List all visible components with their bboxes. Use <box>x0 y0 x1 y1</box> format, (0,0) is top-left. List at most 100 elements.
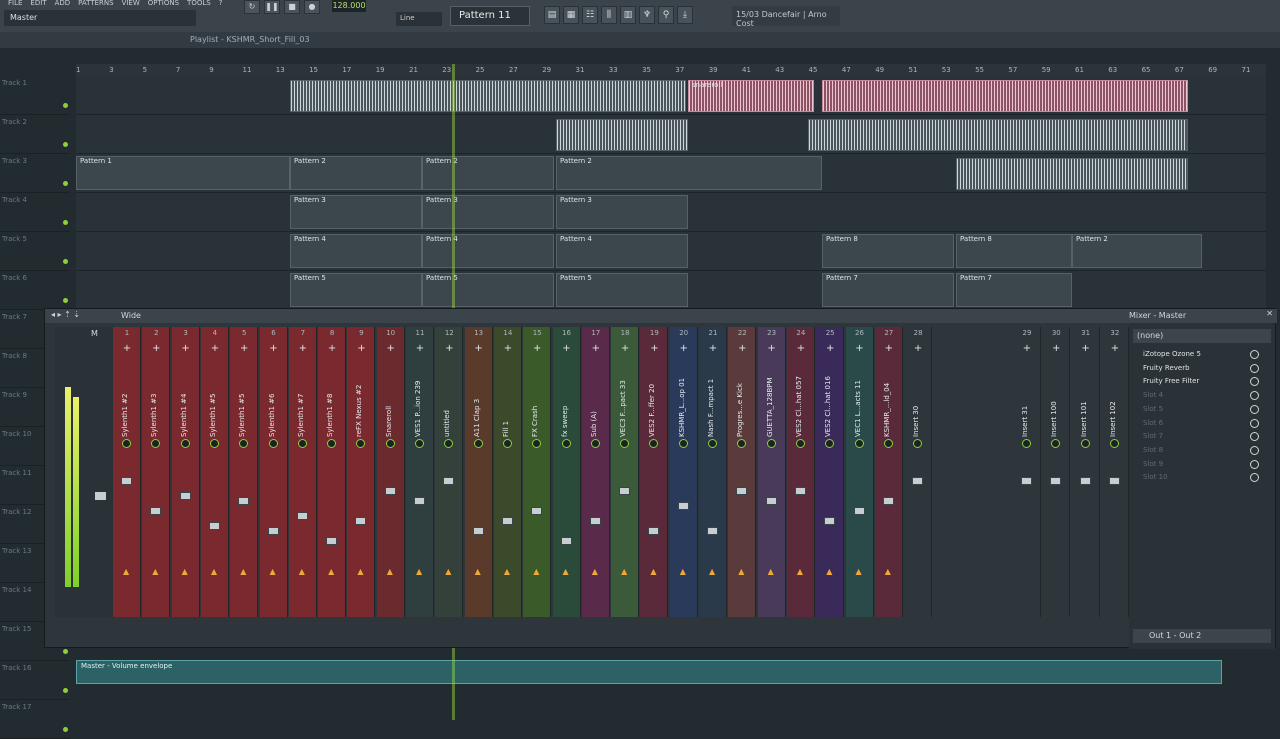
track-mute-led[interactable] <box>63 688 68 693</box>
power-icon[interactable] <box>1250 473 1259 483</box>
pattern-selector[interactable]: Pattern 11 <box>450 6 530 26</box>
clip-pattern-8b[interactable]: Pattern 8 <box>956 234 1072 268</box>
route-plus-icon[interactable]: + <box>201 343 229 354</box>
clip-pattern-5b[interactable]: Pattern 5 <box>422 273 554 307</box>
volume-envelope-clip[interactable]: Master - Volume envelope <box>76 660 1222 684</box>
volume-fader[interactable] <box>794 487 806 495</box>
mixer-strip[interactable]: 23 + GUETTA_128BPM ▲ <box>757 327 786 617</box>
track-mute-led[interactable] <box>63 142 68 147</box>
clip-pattern-3[interactable]: Pattern 3 <box>290 195 422 229</box>
volume-fader[interactable] <box>736 487 748 495</box>
volume-fader[interactable] <box>619 487 631 495</box>
volume-fader[interactable] <box>707 527 718 535</box>
route-plus-icon[interactable]: + <box>523 343 551 354</box>
mixer-strip[interactable]: 22 + Progres...e Kick ▲ <box>728 327 757 617</box>
send-arrow-icon[interactable]: ▲ <box>152 567 160 576</box>
route-plus-icon[interactable]: + <box>787 343 815 354</box>
pan-knob[interactable] <box>620 439 630 448</box>
power-icon[interactable] <box>1250 404 1259 414</box>
send-arrow-icon[interactable]: ▲ <box>240 567 248 576</box>
pan-knob[interactable] <box>825 439 835 448</box>
lane-track-6[interactable]: Pattern 5 Pattern 5 Pattern 5 Pattern 7 … <box>76 271 1266 310</box>
route-plus-icon[interactable]: + <box>640 343 668 354</box>
power-icon[interactable] <box>1250 459 1259 469</box>
track-mute-led[interactable] <box>63 649 68 654</box>
master-fader[interactable] <box>95 492 106 500</box>
pan-knob[interactable] <box>649 439 659 448</box>
route-plus-icon[interactable]: + <box>699 343 727 354</box>
pan-knob[interactable] <box>854 439 864 448</box>
pan-knob[interactable] <box>151 439 161 448</box>
mixer-strip[interactable]: 8 + Sylenth1 #8 ▲ <box>318 327 347 617</box>
power-icon[interactable] <box>1250 363 1259 373</box>
volume-fader[interactable] <box>824 517 836 525</box>
send-arrow-icon[interactable]: ▲ <box>357 567 365 576</box>
mixer-strip[interactable]: 21 + Nash F...mpact 1 ▲ <box>699 327 727 617</box>
pan-knob[interactable] <box>708 439 717 448</box>
clip-pattern-2b[interactable]: Pattern 2 <box>422 156 554 190</box>
route-plus-icon[interactable]: + <box>670 343 698 354</box>
mixer-strip[interactable]: 10 + Snareroll ▲ <box>376 327 405 617</box>
pan-knob[interactable] <box>502 439 512 448</box>
send-arrow-icon[interactable]: ▲ <box>650 567 658 576</box>
clip-sweep[interactable] <box>956 158 1188 190</box>
menu-item[interactable]: ADD <box>55 0 71 7</box>
route-plus-icon[interactable]: + <box>1072 343 1100 354</box>
route-plus-icon[interactable]: + <box>494 343 522 354</box>
mixer-strip[interactable]: 28 + Insert 30 <box>904 327 933 617</box>
route-plus-icon[interactable]: + <box>904 343 932 354</box>
timeline-ruler[interactable]: 1 3 5 7 9 11 13 15 17 19 21 23 25 27 29 31 33 35 37 39 41 43 4… <box>76 64 1266 76</box>
mixer-strip[interactable]: 26 + VEC1 L...acts 11 ▲ <box>845 327 874 617</box>
plugin-icon[interactable]: ♆ <box>639 6 655 24</box>
effect-slot[interactable]: Slot 9 <box>1133 459 1271 471</box>
volume-fader[interactable] <box>501 517 513 525</box>
power-icon[interactable] <box>1250 418 1259 428</box>
lane-track-4[interactable]: Pattern 3 Pattern 3 Pattern 3 <box>76 193 1266 232</box>
send-arrow-icon[interactable]: ▲ <box>270 567 278 576</box>
pan-knob[interactable] <box>737 439 747 448</box>
effect-slot[interactable]: Fruity Free Filter <box>1133 376 1271 388</box>
mixer-strip[interactable]: 18 + VEC3 F...pact 33 ▲ <box>611 327 640 617</box>
send-arrow-icon[interactable]: ▲ <box>797 567 805 576</box>
volume-fader[interactable] <box>589 517 601 525</box>
menu-item[interactable]: ? <box>219 0 223 7</box>
pan-knob[interactable] <box>268 439 278 448</box>
route-plus-icon[interactable]: + <box>1101 343 1129 354</box>
channel-rack-icon[interactable]: ☷ <box>582 6 598 24</box>
pan-knob[interactable] <box>1051 439 1061 448</box>
effect-slot[interactable]: Fruity Reverb <box>1133 363 1271 375</box>
send-arrow-icon[interactable]: ▲ <box>475 567 483 576</box>
volume-fader[interactable] <box>853 507 865 515</box>
pause-icon[interactable]: ❚❚ <box>264 0 280 14</box>
record-icon[interactable]: ● <box>304 0 320 14</box>
track-header[interactable]: Track 5 <box>0 232 70 271</box>
pan-knob[interactable] <box>356 439 366 448</box>
pan-knob[interactable] <box>209 439 219 448</box>
menu-item[interactable]: EDIT <box>30 0 46 7</box>
menu-item[interactable]: PATTERNS <box>78 0 113 7</box>
route-plus-icon[interactable]: + <box>377 343 405 354</box>
mixer-strip[interactable]: 14 + Fill 1 ▲ <box>493 327 522 617</box>
send-arrow-icon[interactable]: ▲ <box>123 567 131 576</box>
route-plus-icon[interactable]: + <box>113 343 141 354</box>
clip-pattern-4c[interactable]: Pattern 4 <box>556 234 688 268</box>
mixer-strip[interactable]: 6 + Sylenth1 #6 ▲ <box>259 327 288 617</box>
effect-slot[interactable]: iZotope Ozone 5 <box>1133 349 1271 361</box>
send-arrow-icon[interactable]: ▲ <box>709 567 717 576</box>
volume-fader[interactable] <box>150 507 162 515</box>
pan-knob[interactable] <box>766 439 776 448</box>
lane-track-5[interactable]: Pattern 4 Pattern 4 Pattern 4 Pattern 8 … <box>76 232 1266 271</box>
pan-knob[interactable] <box>883 439 893 448</box>
track-header[interactable]: Track 1 <box>0 76 70 115</box>
clip-pattern-2[interactable]: Pattern 2 <box>290 156 422 190</box>
clip-pattern-1[interactable]: Pattern 1 <box>76 156 290 190</box>
send-arrow-icon[interactable]: ▲ <box>563 567 571 576</box>
volume-fader[interactable] <box>531 507 543 515</box>
volume-fader[interactable] <box>267 527 279 535</box>
clip-snareroll-2[interactable] <box>822 80 1188 112</box>
route-plus-icon[interactable]: + <box>318 343 346 354</box>
clip-pattern-5[interactable]: Pattern 5 <box>290 273 422 307</box>
pan-knob[interactable] <box>1022 439 1031 448</box>
effect-slot[interactable]: Slot 4 <box>1133 390 1271 402</box>
mixer-strip[interactable]: 15 + FX Crash ▲ <box>523 327 552 617</box>
